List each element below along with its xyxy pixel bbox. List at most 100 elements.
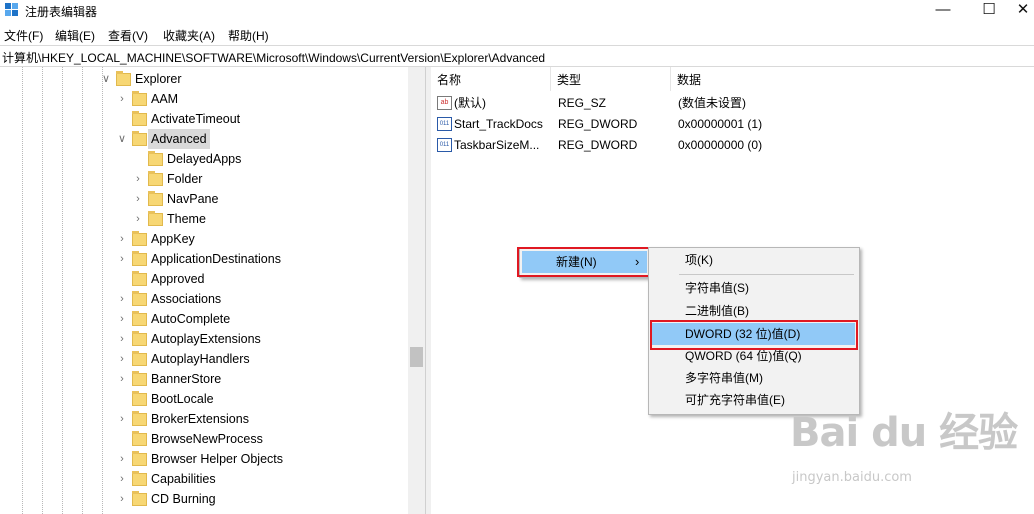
- folder-icon: [132, 391, 147, 406]
- tree-item-label: ActivateTimeout: [151, 112, 241, 126]
- folder-icon: [132, 431, 147, 446]
- tree-item-label: Theme: [167, 212, 206, 226]
- tree-item-label: BootLocale: [151, 392, 214, 406]
- menu-bar: 文件(F) 编辑(E) 查看(V) 收藏夹(A) 帮助(H): [0, 24, 1034, 44]
- annotation-highlight-new: [517, 247, 650, 277]
- value-row[interactable]: 011 Start_TrackDocs REG_DWORD 0x00000001…: [431, 114, 1034, 135]
- binary-value-icon: 011: [437, 138, 452, 152]
- chevron-down-icon[interactable]: ∨: [116, 129, 128, 149]
- chevron-right-icon[interactable]: ›: [132, 169, 144, 189]
- value-row[interactable]: ab (默认) REG_SZ (数值未设置): [431, 93, 1034, 114]
- folder-icon: [132, 411, 147, 426]
- tree-item-label: Explorer: [135, 72, 182, 86]
- value-row[interactable]: 011 TaskbarSizeM... REG_DWORD 0x00000000…: [431, 135, 1034, 156]
- chevron-right-icon[interactable]: ›: [132, 209, 144, 229]
- folder-icon: [132, 311, 147, 326]
- minimize-button[interactable]: —: [920, 0, 966, 22]
- chevron-right-icon[interactable]: ›: [116, 409, 128, 429]
- tree-item-label: Advanced: [148, 129, 210, 149]
- tree-guide-line: [62, 67, 63, 514]
- title-bar: 注册表编辑器 — ☐ ✕: [0, 0, 1034, 22]
- folder-open-icon: [132, 131, 147, 146]
- tree-guide-line: [82, 67, 83, 514]
- menu-item-label: 多字符串值(M): [685, 371, 763, 385]
- tree-guide-line: [22, 67, 23, 514]
- window-title: 注册表编辑器: [25, 5, 98, 19]
- tree-item-label: Approved: [151, 272, 205, 286]
- value-type: REG_SZ: [558, 96, 607, 110]
- folder-icon: [132, 111, 147, 126]
- chevron-right-icon[interactable]: ›: [116, 249, 128, 269]
- folder-icon: [148, 171, 163, 186]
- close-button[interactable]: ✕: [1000, 0, 1034, 22]
- menu-item-key[interactable]: 项(K): [651, 249, 855, 271]
- tree-item-label: AAM: [151, 92, 179, 106]
- address-path[interactable]: 计算机\HKEY_LOCAL_MACHINE\SOFTWARE\Microsof…: [2, 49, 545, 66]
- chevron-down-icon[interactable]: ∨: [100, 69, 112, 89]
- menu-item-multi-string-value[interactable]: 多字符串值(M): [651, 367, 855, 389]
- tree-item-label: CD Burning: [151, 492, 216, 506]
- chevron-right-icon[interactable]: ›: [116, 469, 128, 489]
- menu-favorites[interactable]: 收藏夹(A): [163, 27, 215, 44]
- menu-item-binary-value[interactable]: 二进制值(B): [651, 300, 855, 322]
- address-bar[interactable]: 计算机\HKEY_LOCAL_MACHINE\SOFTWARE\Microsof…: [0, 45, 1034, 67]
- folder-icon: [132, 451, 147, 466]
- value-name: TaskbarSizeM...: [454, 138, 540, 152]
- chevron-right-icon[interactable]: ›: [116, 369, 128, 389]
- folder-icon: [132, 491, 147, 506]
- menu-item-string-value[interactable]: 字符串值(S): [651, 277, 855, 299]
- chevron-right-icon[interactable]: ›: [116, 309, 128, 329]
- folder-icon: [132, 271, 147, 286]
- value-data: (数值未设置): [678, 96, 746, 110]
- value-type: REG_DWORD: [558, 117, 638, 131]
- column-header-data[interactable]: 数据: [671, 67, 871, 91]
- key-tree[interactable]: ∨ Explorer › AAM ActivateTimeout ∨ Advan…: [0, 67, 408, 514]
- menu-item-label: 可扩充字符串值(E): [685, 393, 785, 407]
- chevron-right-icon[interactable]: ›: [116, 89, 128, 109]
- scrollbar-thumb[interactable]: [410, 347, 423, 367]
- folder-icon: [132, 471, 147, 486]
- tree-item-label: NavPane: [167, 192, 219, 206]
- folder-icon: [116, 71, 131, 86]
- tree-item-label: DelayedApps: [167, 152, 242, 166]
- tree-guide-line: [42, 67, 43, 514]
- watermark-url: jingyan.baidu.com: [792, 470, 912, 485]
- watermark-brand: Bai du 经验: [790, 410, 1018, 456]
- folder-icon: [148, 191, 163, 206]
- chevron-right-icon[interactable]: ›: [116, 449, 128, 469]
- menu-view[interactable]: 查看(V): [108, 27, 148, 44]
- tree-item-label: AutoComplete: [151, 312, 231, 326]
- tree-item-label: Folder: [167, 172, 203, 186]
- column-header-name[interactable]: 名称: [431, 67, 551, 91]
- chevron-right-icon[interactable]: ›: [116, 349, 128, 369]
- menu-edit[interactable]: 编辑(E): [55, 27, 95, 44]
- value-type: REG_DWORD: [558, 138, 638, 152]
- regedit-app-icon: [5, 3, 18, 16]
- folder-icon: [132, 291, 147, 306]
- binary-value-icon: 011: [437, 117, 452, 131]
- folder-icon: [148, 211, 163, 226]
- value-data: 0x00000001 (1): [678, 117, 763, 131]
- tree-item-label: AutoplayExtensions: [151, 332, 261, 346]
- menu-item-label: 字符串值(S): [685, 281, 749, 295]
- chevron-right-icon[interactable]: ›: [132, 189, 144, 209]
- folder-icon: [132, 251, 147, 266]
- value-name: (默认): [454, 96, 486, 110]
- list-header: 名称 类型 数据: [431, 67, 1034, 91]
- value-name: Start_TrackDocs: [454, 117, 543, 131]
- chevron-right-icon[interactable]: ›: [116, 489, 128, 509]
- menu-item-label: 二进制值(B): [685, 304, 749, 318]
- column-header-type[interactable]: 类型: [551, 67, 671, 91]
- chevron-right-icon[interactable]: ›: [116, 329, 128, 349]
- tree-item-label: BannerStore: [151, 372, 222, 386]
- chevron-right-icon[interactable]: ›: [116, 229, 128, 249]
- tree-scrollbar[interactable]: [408, 67, 425, 514]
- menu-item-key-label: 项(K): [685, 253, 713, 267]
- menu-file[interactable]: 文件(F): [4, 27, 43, 44]
- chevron-right-icon[interactable]: ›: [116, 289, 128, 309]
- value-data: 0x00000000 (0): [678, 138, 763, 152]
- folder-icon: [148, 151, 163, 166]
- menu-help[interactable]: 帮助(H): [228, 27, 269, 44]
- tree-item-label: BrowseNewProcess: [151, 432, 263, 446]
- tree-guide-line: [102, 67, 103, 514]
